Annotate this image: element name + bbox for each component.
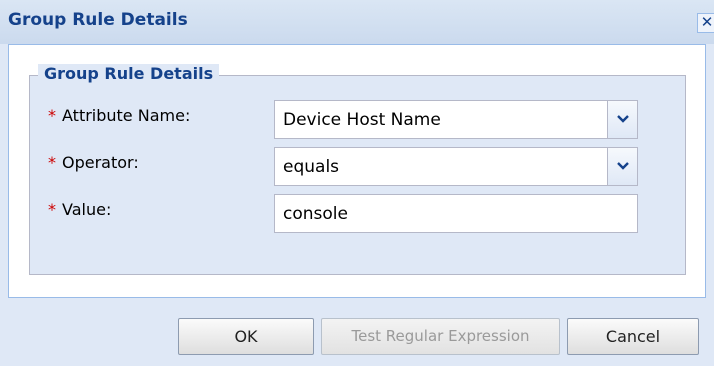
value-label-text: Value: bbox=[62, 200, 112, 219]
required-marker: * bbox=[48, 153, 56, 172]
dialog-footer: OK Test Regular Expression Cancel bbox=[0, 298, 714, 366]
operator-combo[interactable]: equals bbox=[274, 147, 638, 186]
window-title: Group Rule Details bbox=[8, 10, 188, 30]
close-icon[interactable]: ✕ bbox=[697, 13, 714, 33]
attribute-name-label-text: Attribute Name: bbox=[62, 106, 191, 125]
chevron-down-icon[interactable] bbox=[607, 101, 637, 138]
value-field[interactable] bbox=[274, 194, 638, 233]
group-rule-fieldset: Group Rule Details * Attribute Name: Devi… bbox=[29, 64, 686, 275]
value-label: * Value: bbox=[48, 200, 111, 219]
title-bar[interactable]: Group Rule Details ✕ bbox=[0, 0, 714, 44]
attribute-name-label: * Attribute Name: bbox=[48, 106, 190, 125]
operator-value: equals bbox=[283, 157, 340, 177]
operator-row: * Operator: equals bbox=[30, 143, 685, 186]
ok-button[interactable]: OK bbox=[178, 318, 314, 355]
attribute-name-row: * Attribute Name: Device Host Name bbox=[30, 96, 685, 139]
test-regular-expression-button[interactable]: Test Regular Expression bbox=[321, 318, 560, 355]
required-marker: * bbox=[48, 106, 56, 125]
required-marker: * bbox=[48, 200, 56, 219]
fieldset-legend: Group Rule Details bbox=[38, 64, 220, 83]
value-input[interactable] bbox=[275, 195, 637, 232]
cancel-button[interactable]: Cancel bbox=[567, 318, 699, 355]
attribute-name-combo[interactable]: Device Host Name bbox=[274, 100, 638, 139]
operator-label-text: Operator: bbox=[62, 153, 139, 172]
group-rule-details-dialog: Group Rule Details ✕ Group Rule Details … bbox=[0, 0, 714, 366]
value-row: * Value: bbox=[30, 190, 685, 233]
dialog-body: Group Rule Details * Attribute Name: Devi… bbox=[8, 44, 706, 298]
attribute-name-value: Device Host Name bbox=[283, 110, 441, 130]
operator-label: * Operator: bbox=[48, 153, 139, 172]
chevron-down-icon[interactable] bbox=[607, 148, 637, 185]
